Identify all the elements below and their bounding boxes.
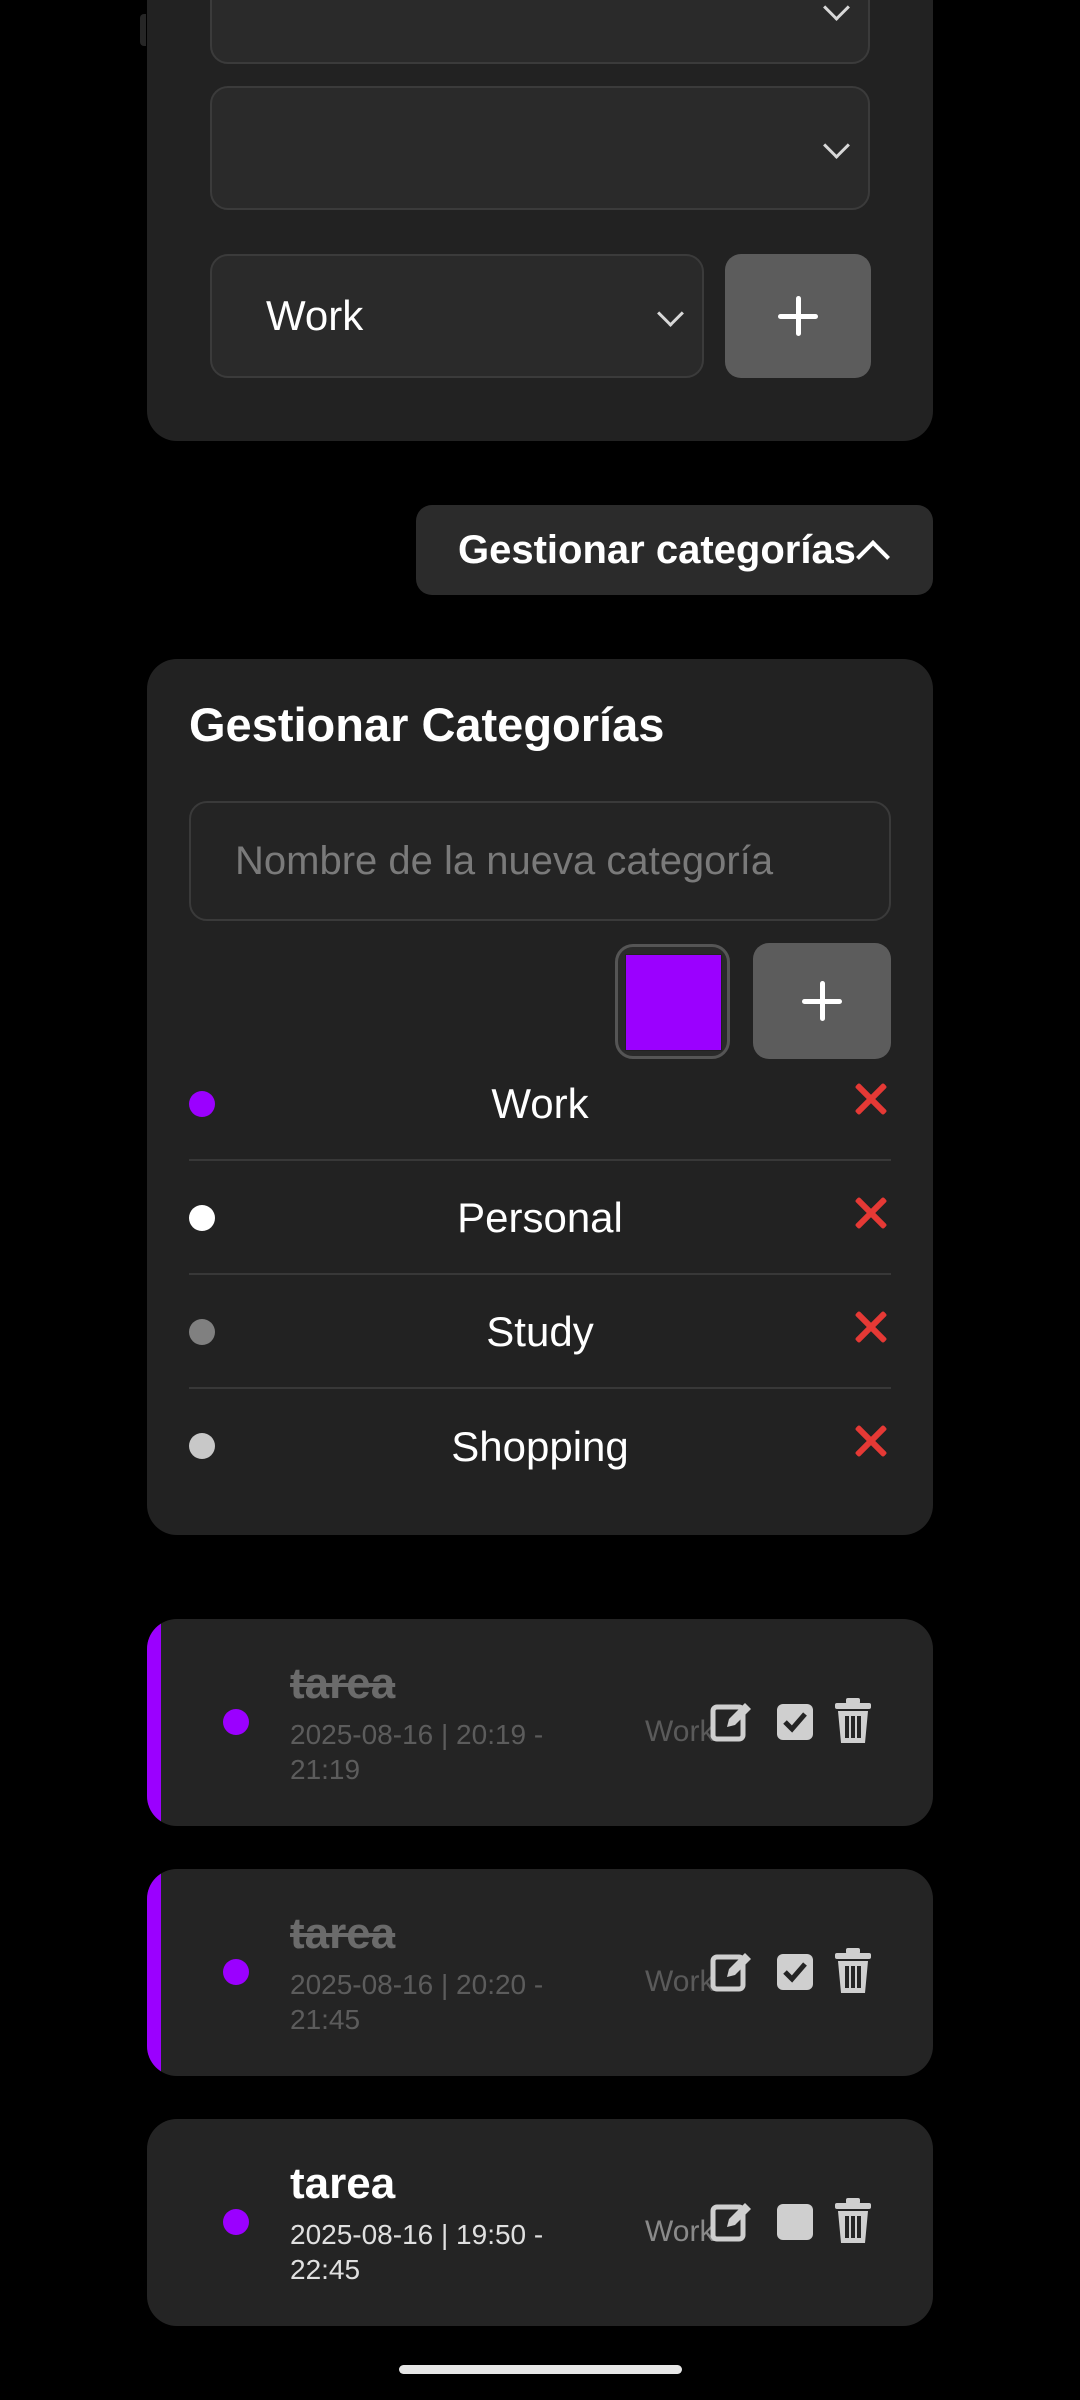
categories-panel-title: Gestionar Categorías — [189, 698, 665, 751]
chevron-up-icon — [856, 540, 890, 574]
edit-icon[interactable] — [709, 2197, 753, 2245]
task-category-label: Work — [645, 2215, 715, 2248]
task-category-label: Work — [645, 1965, 715, 1998]
checkbox-icon[interactable] — [773, 2197, 817, 2245]
task-color-accent — [147, 1869, 161, 2076]
trash-icon[interactable] — [831, 2197, 875, 2245]
task-title: tarea — [290, 2159, 396, 2208]
chevron-down-icon — [823, 0, 850, 21]
task-category-dot — [223, 1959, 249, 1985]
plus-icon — [802, 981, 842, 1021]
task-category-dot — [223, 1709, 249, 1735]
task-color-accent — [147, 1619, 161, 1826]
category-row: Work — [189, 1049, 891, 1161]
task-datetime-line1: 2025-08-16 | 20:19 - — [290, 1719, 544, 1750]
chevron-down-icon — [823, 132, 850, 159]
checkbox-icon[interactable] — [773, 1947, 817, 1995]
task-title: tarea — [290, 1909, 396, 1958]
chevron-down-icon — [657, 300, 684, 327]
add-category-button[interactable] — [753, 943, 891, 1059]
task-category-label: Work — [645, 1715, 715, 1748]
task-datetime-line2: 22:45 — [290, 2254, 361, 2285]
category-name: Study — [486, 1308, 594, 1355]
manage-categories-toggle[interactable]: Gestionar categorías — [416, 505, 933, 595]
trash-icon[interactable] — [831, 1947, 875, 1995]
trash-icon[interactable] — [831, 1697, 875, 1745]
edit-icon[interactable] — [709, 1697, 753, 1745]
task-datetime-line2: 21:45 — [290, 2004, 361, 2035]
home-indicator[interactable] — [399, 2365, 682, 2374]
category-name: Shopping — [451, 1423, 629, 1470]
plus-icon — [778, 296, 818, 336]
color-swatch — [625, 954, 722, 1051]
task-datetime-line1: 2025-08-16 | 19:50 - — [290, 2219, 544, 2250]
checkbox-icon[interactable] — [773, 1697, 817, 1745]
close-icon[interactable] — [851, 1079, 891, 1119]
task-datetime-line1: 2025-08-16 | 20:20 - — [290, 1969, 544, 2000]
category-name: Work — [491, 1080, 589, 1127]
manage-categories-label: Gestionar categorías — [458, 527, 856, 572]
edit-icon[interactable] — [709, 1947, 753, 1995]
dropdown-2[interactable] — [210, 86, 870, 210]
close-icon[interactable] — [851, 1421, 891, 1461]
task-datetime: 2025-08-16 | 20:20 - 21:45 — [290, 1967, 590, 2037]
add-task-button[interactable] — [725, 254, 871, 378]
task-category-dot — [223, 2209, 249, 2235]
category-select[interactable]: Work — [210, 254, 704, 378]
close-icon[interactable] — [851, 1193, 891, 1233]
close-icon[interactable] — [851, 1307, 891, 1347]
category-row: Personal — [189, 1163, 891, 1275]
task-datetime-line2: 21:19 — [290, 1754, 361, 1785]
category-color-picker[interactable] — [615, 944, 730, 1059]
new-category-input[interactable]: Nombre de la nueva categoría — [189, 801, 891, 921]
dropdown-1[interactable] — [210, 0, 870, 64]
task-datetime: 2025-08-16 | 19:50 - 22:45 — [290, 2217, 590, 2287]
task-title: tarea — [290, 1659, 396, 1708]
task-card[interactable]: tarea 2025-08-16 | 20:19 - 21:19 Work — [147, 1619, 933, 1826]
category-row: Study — [189, 1277, 891, 1389]
task-card[interactable]: tarea 2025-08-16 | 19:50 - 22:45 Work — [147, 2119, 933, 2326]
task-card[interactable]: tarea 2025-08-16 | 20:20 - 21:45 Work — [147, 1869, 933, 2076]
category-name: Personal — [457, 1194, 623, 1241]
task-datetime: 2025-08-16 | 20:19 - 21:19 — [290, 1717, 590, 1787]
task-form-panel: Work — [147, 0, 933, 441]
category-row: Shopping — [189, 1391, 891, 1503]
category-select-value: Work — [266, 292, 364, 339]
